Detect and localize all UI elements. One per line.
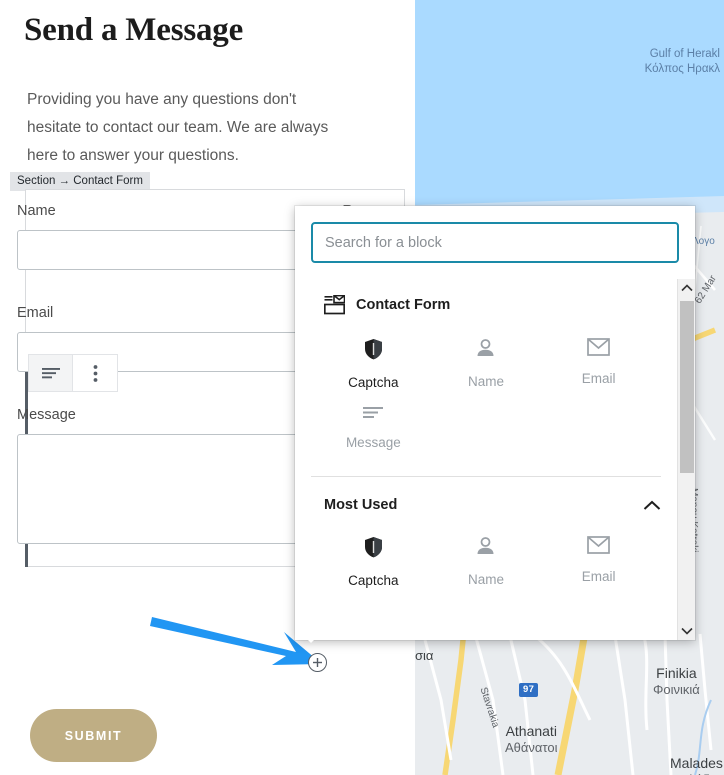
block-inserter-popover[interactable]: Contact Form Captcha xyxy=(295,206,695,640)
block-item-label: Captcha xyxy=(348,375,399,390)
block-item-label: Email xyxy=(581,371,616,386)
inserter-scrollbar[interactable] xyxy=(677,279,695,640)
paragraph-block-button[interactable] xyxy=(29,355,74,391)
map-sea-label: Gulf of Herakl Κόλπος Ηρακλ xyxy=(644,48,720,75)
block-item-label: Name xyxy=(467,572,504,587)
scrollbar-thumb[interactable] xyxy=(680,301,694,473)
inserter-section-title: Most Used xyxy=(324,497,398,513)
block-item-email[interactable]: Email xyxy=(542,527,655,594)
block-item-name[interactable]: Name xyxy=(430,329,543,396)
person-icon xyxy=(475,338,496,359)
form-field-name-label: Name xyxy=(17,203,56,219)
block-item-label: Message xyxy=(345,435,401,450)
screenshot-root: Gulf of Herakl Κόλπος Ηρακλ Λογο 62 Mar … xyxy=(0,0,724,775)
block-search-area xyxy=(295,206,695,263)
block-item-label: Name xyxy=(467,374,504,389)
text-lines-icon xyxy=(362,405,384,420)
block-toolbar xyxy=(28,354,118,392)
block-item-label: Email xyxy=(581,569,616,584)
scroll-down-arrow-icon[interactable] xyxy=(678,622,695,640)
search-input[interactable] xyxy=(311,222,679,263)
map-place-finikia: Finikia Φοινικιά xyxy=(653,665,700,697)
submit-button[interactable]: SUBMIT xyxy=(30,709,157,762)
map-route-shield-97: 97 xyxy=(519,683,539,697)
block-item-captcha[interactable]: Captcha xyxy=(317,329,430,396)
block-item-captcha[interactable]: Captcha xyxy=(317,527,430,594)
page-paragraph: Providing you have any questions don't h… xyxy=(27,91,329,164)
plus-icon xyxy=(312,657,323,668)
block-item-name[interactable]: Name xyxy=(430,527,543,594)
more-options-icon xyxy=(93,364,98,383)
inserter-section-contact-form-header[interactable]: Contact Form xyxy=(295,279,677,321)
contact-form-icon xyxy=(324,295,345,315)
inserter-section-title: Contact Form xyxy=(356,297,451,313)
inserter-block-grid-contact-form: Captcha Name Email Message xyxy=(295,321,677,462)
block-item-label: Captcha xyxy=(348,573,399,588)
envelope-icon xyxy=(587,536,611,554)
shield-icon xyxy=(364,338,383,360)
map-street-label-sia: σια xyxy=(415,648,434,663)
person-icon xyxy=(475,536,496,557)
add-block-button[interactable] xyxy=(308,653,327,672)
inserter-section-most-used-header[interactable]: Most Used xyxy=(295,477,677,519)
shield-icon xyxy=(364,536,383,558)
paragraph-block-icon xyxy=(41,366,61,380)
page-title: Send a Message xyxy=(24,12,244,48)
inserter-block-grid-most-used: Captcha Name Email xyxy=(295,519,677,600)
more-options-button[interactable] xyxy=(73,355,117,391)
block-item-message[interactable]: Message xyxy=(317,396,430,456)
envelope-icon xyxy=(587,338,611,356)
popover-caret xyxy=(300,632,322,643)
chevron-up-icon[interactable] xyxy=(643,500,661,511)
map-place-malades: MaladesΜαλάδες xyxy=(670,755,723,775)
block-results-list: Contact Form Captcha Name Email Message … xyxy=(295,279,677,640)
block-item-email[interactable]: Email xyxy=(542,329,655,396)
map-place-athanati: Athanati Αθάνατοι xyxy=(505,723,558,755)
scroll-up-arrow-icon[interactable] xyxy=(678,279,695,297)
map-street-label-logo: Λογο xyxy=(692,236,715,247)
form-field-message-label: Message xyxy=(17,407,76,423)
form-field-email-label: Email xyxy=(17,305,54,321)
